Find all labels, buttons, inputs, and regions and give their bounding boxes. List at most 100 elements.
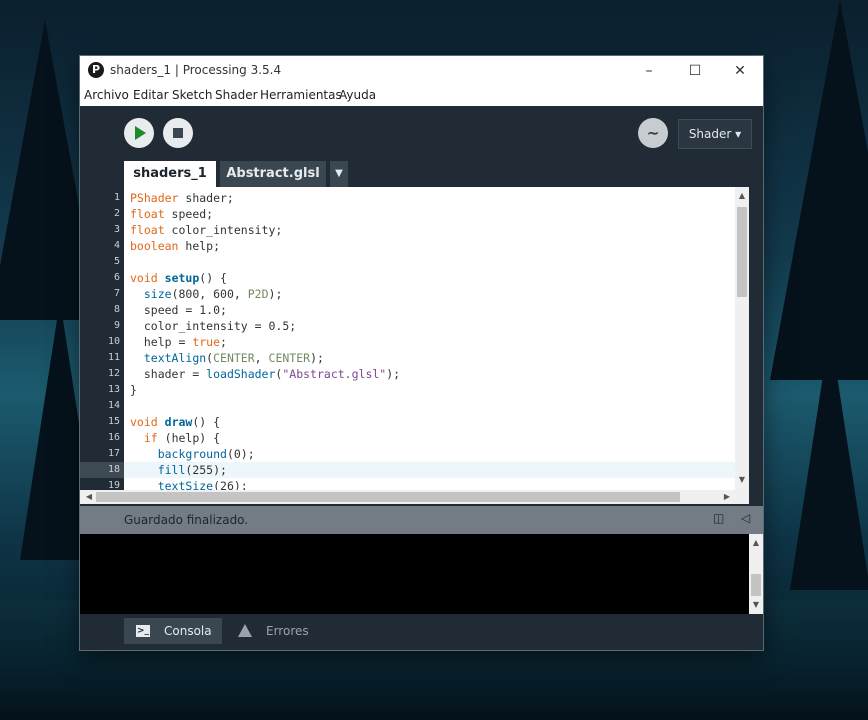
code-line[interactable]: 5 [80, 254, 735, 270]
window-title: shaders_1 | Processing 3.5.4 [110, 63, 282, 77]
code-token: (26); [213, 479, 248, 490]
scroll-down-icon[interactable]: ▼ [735, 473, 749, 487]
code-token: (help) { [157, 431, 221, 445]
code-token: void [130, 271, 158, 285]
code-token: "Abstract.glsl" [282, 367, 387, 381]
butterfly-icon: ∼ [646, 124, 660, 142]
clipboard-icon[interactable]: ◫ [713, 511, 727, 527]
menu-archivo[interactable]: Archivo [84, 88, 129, 102]
code-line[interactable]: 3 float color_intensity; [80, 222, 735, 238]
menu-ayuda[interactable]: Ayuda [339, 88, 376, 102]
code-token: speed = 1.0; [130, 303, 227, 317]
code-token: boolean [130, 239, 179, 253]
menu-editar[interactable]: Editar [133, 88, 169, 102]
scroll-left-icon[interactable]: ◀ [82, 490, 96, 504]
scroll-thumb[interactable] [751, 574, 761, 596]
code-line[interactable]: 6 void setup() { [80, 270, 735, 286]
scroll-down-icon[interactable]: ▼ [749, 598, 763, 612]
stop-button[interactable] [163, 118, 193, 148]
code-line[interactable]: 7 size(800, 600, P2D); [80, 286, 735, 302]
status-message: Guardado finalizado. [124, 513, 249, 527]
collapse-arrow-icon[interactable]: ◁ [741, 511, 755, 527]
line-number: 3 [113, 224, 120, 235]
code-editor[interactable]: 1 PShader shader; 2 float speed; 3 float colo… [80, 187, 763, 490]
scroll-right-icon[interactable]: ▶ [720, 490, 734, 504]
code-text: textSize(26); [130, 478, 248, 490]
line-number: 8 [113, 304, 120, 315]
code-token: ); [386, 367, 401, 381]
tab-menu-button[interactable]: ▼ [330, 161, 348, 187]
code-text: textAlign(CENTER, CENTER); [130, 350, 324, 366]
scroll-thumb[interactable] [737, 207, 747, 297]
code-token: shader = [130, 367, 207, 381]
tab-errors[interactable]: Errores [226, 618, 322, 644]
line-number: 18 [80, 462, 124, 478]
code-line[interactable]: 15 void draw() { [80, 414, 735, 430]
line-number: 5 [113, 256, 120, 267]
code-line[interactable]: 13} [80, 382, 735, 398]
code-token: textAlign [143, 351, 207, 365]
code-line[interactable]: 4 boolean help; [80, 238, 735, 254]
code-line[interactable]: 9 color_intensity = 0.5; [80, 318, 735, 334]
code-line[interactable]: 1 PShader shader; [80, 190, 735, 206]
scroll-up-icon[interactable]: ▲ [735, 189, 749, 203]
close-icon[interactable]: ✕ [717, 56, 763, 86]
processing-window: P shaders_1 | Processing 3.5.4 – ☐ ✕ Arc… [80, 56, 763, 650]
ide-body: ∼ Shader ▾ shaders_1 Abstract.glsl ▼ 1 PS… [80, 106, 763, 650]
debug-button[interactable]: ∼ [638, 118, 668, 148]
menu-herramientas[interactable]: Herramientas [260, 88, 342, 102]
maximize-icon[interactable]: ☐ [672, 56, 718, 86]
code-token: speed; [164, 207, 214, 221]
code-line[interactable]: 18 fill(255); [80, 462, 735, 478]
tab-abstract-glsl[interactable]: Abstract.glsl [220, 161, 326, 187]
code-token: } [130, 383, 137, 397]
stop-icon [173, 128, 183, 138]
line-number: 13 [107, 384, 120, 395]
code-line[interactable]: 12 shader = loadShader("Abstract.glsl"); [80, 366, 735, 382]
editor-horizontal-scrollbar[interactable]: ◀ ▶ [80, 490, 749, 504]
editor-corner [749, 187, 763, 504]
scroll-up-icon[interactable]: ▲ [749, 536, 763, 550]
tab-shaders-1[interactable]: shaders_1 [124, 161, 216, 187]
tab-console[interactable]: >_ Consola [124, 618, 222, 644]
code-line[interactable]: 14 [80, 398, 735, 414]
line-number: 14 [107, 400, 120, 411]
code-text: float speed; [130, 206, 213, 222]
code-token: color_intensity; [164, 223, 283, 237]
code-line[interactable]: 19 textSize(26); [80, 478, 735, 490]
tab-console-label: Consola [164, 624, 212, 638]
title-bar[interactable]: P shaders_1 | Processing 3.5.4 – ☐ ✕ [80, 56, 763, 86]
code-line[interactable]: 8 speed = 1.0; [80, 302, 735, 318]
code-line[interactable]: 17 background(0); [80, 446, 735, 462]
code-token: ); [268, 287, 283, 301]
console-icon: >_ [136, 625, 150, 637]
code-token: draw [164, 415, 193, 429]
console-output[interactable] [80, 534, 749, 614]
code-text: color_intensity = 0.5; [130, 318, 296, 334]
minimize-icon[interactable]: – [626, 56, 672, 86]
mode-select[interactable]: Shader ▾ [678, 119, 752, 149]
code-token: ; [220, 335, 227, 349]
code-text: void draw() { [130, 414, 220, 430]
desktop-tree [790, 330, 868, 590]
code-token: P2D [247, 287, 269, 301]
code-line[interactable]: 10 help = true; [80, 334, 735, 350]
code-line[interactable]: 16 if (help) { [80, 430, 735, 446]
code-token: CENTER [213, 351, 255, 365]
menu-sketch[interactable]: Sketch [172, 88, 212, 102]
run-button[interactable] [124, 118, 154, 148]
code-token: (800, 600, [171, 287, 248, 301]
menu-shader[interactable]: Shader [215, 88, 258, 102]
editor-vertical-scrollbar[interactable]: ▲ ▼ [735, 187, 749, 490]
code-line[interactable]: 11 textAlign(CENTER, CENTER); [80, 350, 735, 366]
code-line[interactable]: 2 float speed; [80, 206, 735, 222]
code-token: loadShader [206, 367, 276, 381]
scroll-thumb[interactable] [96, 492, 680, 502]
console-scrollbar[interactable]: ▲ ▼ [749, 534, 763, 614]
code-text: shader = loadShader("Abstract.glsl"); [130, 366, 400, 382]
code-token: fill [157, 463, 186, 477]
